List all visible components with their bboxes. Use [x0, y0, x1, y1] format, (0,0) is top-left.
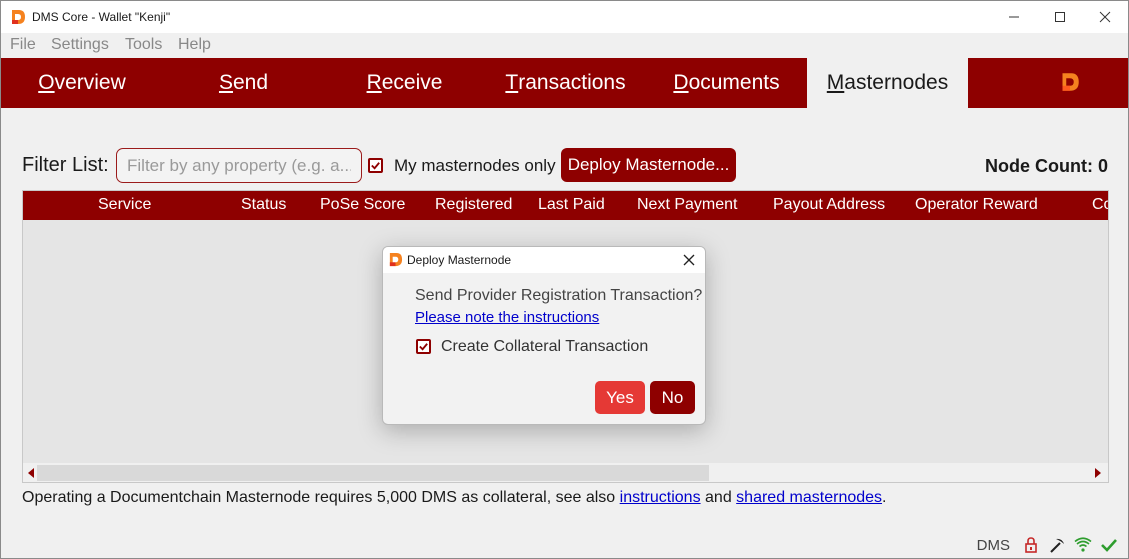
tab-overview-label: verview — [54, 71, 126, 94]
tab-masternodes-mnemonic: M — [826, 71, 845, 94]
close-icon — [1099, 11, 1111, 23]
tab-transactions[interactable]: Transactions — [485, 58, 646, 108]
collateral-note-end: . — [882, 489, 887, 506]
tab-overview[interactable]: Overview — [1, 58, 163, 108]
column-header-pose-score[interactable]: PoSe Score — [320, 196, 405, 214]
tab-documents-label: ocuments — [688, 71, 780, 94]
tab-receive-label: eceive — [381, 71, 443, 94]
node-count-label: Node Count: — [984, 156, 1093, 176]
sync-check-icon — [1101, 539, 1117, 552]
tab-send-label: end — [232, 71, 269, 94]
checkmark-icon — [419, 343, 428, 351]
unit-label[interactable]: DMS — [977, 537, 1010, 554]
column-header-operator-reward[interactable]: Operator Reward — [915, 196, 1038, 214]
no-button[interactable]: No — [650, 381, 695, 414]
menu-settings[interactable]: Settings — [51, 36, 109, 54]
dialog-title: Deploy Masternode — [407, 253, 512, 267]
dialog-title-bar: Deploy Masternode — [383, 247, 705, 273]
tab-send-mnemonic: S — [218, 71, 233, 94]
maximize-icon — [1055, 12, 1065, 22]
status-bar: DMS — [977, 534, 1118, 556]
main-tab-bar: Overview Send Receive Transactions Docum… — [1, 58, 1128, 108]
dialog-app-logo-icon — [389, 252, 403, 267]
collateral-note-and: and — [700, 489, 737, 506]
menu-bar: File Settings Tools Help — [1, 33, 1128, 58]
menu-tools[interactable]: Tools — [125, 36, 162, 54]
column-header-next-payment[interactable]: Next Payment — [637, 196, 737, 214]
app-logo-icon — [12, 10, 25, 24]
window-title: DMS Core - Wallet "Kenji" — [32, 10, 171, 24]
tab-masternodes[interactable]: Masternodes — [807, 58, 968, 108]
node-count: Node Count: 0 — [985, 156, 1108, 177]
tab-overview-mnemonic: O — [38, 71, 55, 94]
shared-masternodes-link[interactable]: shared masternodes — [736, 489, 882, 506]
tab-documents[interactable]: Documents — [646, 58, 807, 108]
column-header-last-paid[interactable]: Last Paid — [538, 196, 605, 214]
deploy-masternode-button[interactable]: Deploy Masternode... — [561, 148, 736, 182]
close-button[interactable] — [1082, 1, 1128, 33]
title-bar: DMS Core - Wallet "Kenji" — [1, 1, 1128, 33]
tab-receive-mnemonic: R — [366, 71, 382, 94]
table-header: Service Status PoSe Score Registered Las… — [23, 191, 1108, 220]
horizontal-scrollbar[interactable] — [23, 463, 1108, 482]
menu-file[interactable]: File — [10, 36, 36, 54]
tab-masternodes-label: asternodes — [844, 71, 949, 94]
column-header-service[interactable]: Service — [98, 196, 151, 214]
create-collateral-label[interactable]: Create Collateral Transaction — [441, 338, 648, 356]
pickaxe-icon — [1050, 538, 1064, 553]
lock-icon — [1025, 537, 1037, 553]
minimize-icon — [1009, 16, 1019, 18]
instructions-link[interactable]: instructions — [620, 489, 701, 506]
network-signal-icon — [1074, 537, 1092, 552]
tab-transactions-label: ransactions — [518, 71, 626, 94]
yes-button[interactable]: Yes — [595, 381, 645, 414]
deploy-masternode-dialog: Deploy Masternode Send Provider Registra… — [382, 246, 706, 425]
filter-label: Filter List: — [22, 154, 109, 176]
tab-send[interactable]: Send — [163, 58, 324, 108]
column-header-collateral[interactable]: Co — [1092, 196, 1108, 214]
checkmark-icon — [371, 162, 380, 170]
dialog-close-icon[interactable] — [681, 252, 697, 268]
node-count-value: 0 — [1097, 156, 1108, 176]
tab-documents-mnemonic: D — [673, 71, 689, 94]
create-collateral-checkbox[interactable] — [416, 339, 431, 354]
scroll-left-arrow-icon[interactable] — [28, 468, 34, 478]
collateral-note: Operating a Documentchain Masternode req… — [22, 489, 886, 507]
column-header-payout-address[interactable]: Payout Address — [773, 196, 885, 214]
column-header-registered[interactable]: Registered — [435, 196, 512, 214]
minimize-button[interactable] — [991, 1, 1037, 33]
column-header-status[interactable]: Status — [241, 196, 286, 214]
scrollbar-thumb[interactable] — [37, 465, 709, 481]
maximize-button[interactable] — [1037, 1, 1083, 33]
scroll-right-arrow-icon[interactable] — [1095, 468, 1101, 478]
tab-receive[interactable]: Receive — [324, 58, 485, 108]
tab-transactions-mnemonic: T — [505, 71, 519, 94]
menu-help[interactable]: Help — [178, 36, 211, 54]
app-window: DMS Core - Wallet "Kenji" File Settings … — [0, 0, 1129, 559]
my-masternodes-only-label[interactable]: My masternodes only — [394, 156, 556, 176]
my-masternodes-only-checkbox[interactable] — [368, 158, 383, 173]
dialog-instructions-link[interactable]: Please note the instructions — [415, 309, 599, 326]
filter-input[interactable] — [116, 148, 362, 183]
collateral-note-text: Operating a Documentchain Masternode req… — [22, 489, 620, 506]
dialog-question: Send Provider Registration Transaction? — [415, 287, 703, 304]
brand-logo-icon — [1062, 73, 1079, 91]
